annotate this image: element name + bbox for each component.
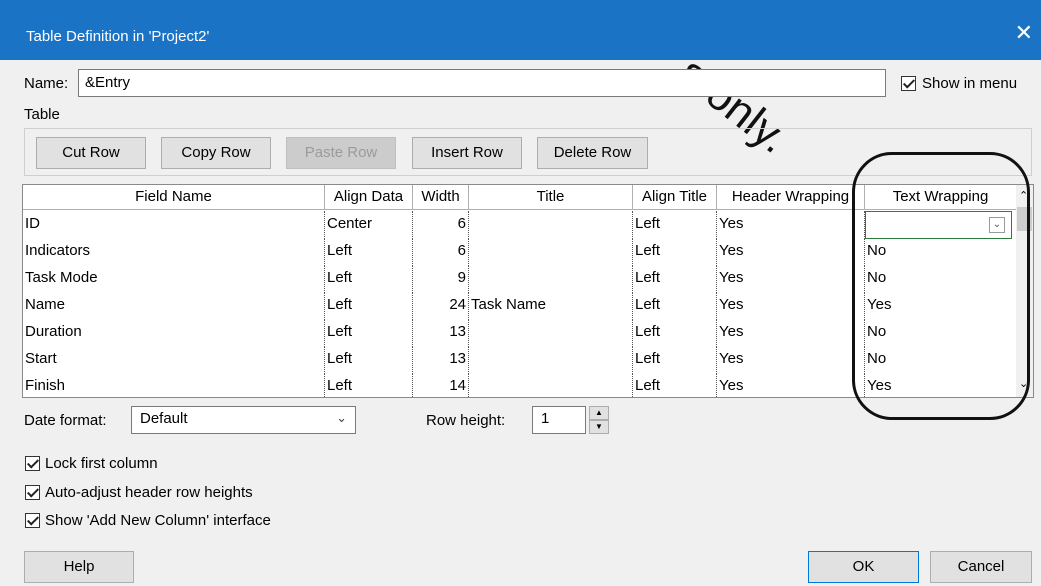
cell-field-name[interactable]: Finish: [23, 373, 325, 397]
cell-field-name[interactable]: Name: [23, 292, 325, 318]
row-height-value: 1: [541, 410, 550, 427]
cell-align-title[interactable]: Left: [633, 211, 717, 237]
annotation-circle: [852, 152, 1030, 420]
cell-header-wrapping[interactable]: Yes: [717, 346, 865, 372]
lock-first-column-label: Lock first column: [45, 455, 158, 472]
row-height-label: Row height:: [426, 412, 506, 429]
window-title: Table Definition in 'Project2': [26, 28, 210, 45]
header-align-data[interactable]: Align Data: [325, 185, 413, 210]
cut-row-button[interactable]: Cut Row: [36, 137, 146, 169]
cell-width[interactable]: 6: [413, 211, 469, 237]
auto-adjust-header-checkbox[interactable]: [25, 485, 40, 500]
help-button[interactable]: Help: [24, 551, 134, 583]
table-group-label: Table: [24, 106, 60, 123]
date-format-label: Date format:: [24, 412, 107, 429]
name-value: &Entry: [85, 74, 131, 91]
cell-title[interactable]: [469, 211, 633, 237]
cell-header-wrapping[interactable]: Yes: [717, 265, 865, 291]
cell-align-title[interactable]: Left: [633, 346, 717, 372]
name-field[interactable]: &Entry: [78, 69, 886, 97]
cell-align-data[interactable]: Left: [325, 292, 413, 318]
row-height-input[interactable]: 1: [532, 406, 586, 434]
chevron-down-icon: ⌄: [336, 410, 347, 425]
show-add-new-column-checkbox[interactable]: [25, 513, 40, 528]
cell-align-data[interactable]: Left: [325, 319, 413, 345]
cell-width[interactable]: 24: [413, 292, 469, 318]
cell-field-name[interactable]: Indicators: [23, 238, 325, 264]
header-align-title[interactable]: Align Title: [633, 185, 717, 210]
cell-width[interactable]: 9: [413, 265, 469, 291]
spin-down-icon[interactable]: ▼: [589, 420, 609, 434]
auto-adjust-header-label: Auto-adjust header row heights: [45, 484, 253, 501]
cell-header-wrapping[interactable]: Yes: [717, 238, 865, 264]
cell-align-data[interactable]: Left: [325, 346, 413, 372]
cell-align-title[interactable]: Left: [633, 373, 717, 397]
cell-align-data[interactable]: Center: [325, 211, 413, 237]
date-format-value: Default: [140, 410, 188, 427]
header-field-name[interactable]: Field Name: [23, 185, 325, 210]
close-icon[interactable]: ✕: [1015, 22, 1033, 44]
cell-title[interactable]: [469, 238, 633, 264]
date-format-select[interactable]: Default ⌄: [131, 406, 356, 434]
cell-header-wrapping[interactable]: Yes: [717, 211, 865, 237]
cell-align-data[interactable]: Left: [325, 265, 413, 291]
name-label: Name:: [24, 75, 69, 92]
title-bar: Table Definition in 'Project2' ✕: [0, 0, 1041, 60]
cell-align-title[interactable]: Left: [633, 238, 717, 264]
cell-title[interactable]: [469, 265, 633, 291]
cell-align-data[interactable]: Left: [325, 373, 413, 397]
lock-first-column-checkbox[interactable]: [25, 456, 40, 471]
show-add-new-column-label: Show 'Add New Column' interface: [45, 512, 271, 529]
show-in-menu-checkbox[interactable]: [901, 76, 916, 91]
copy-row-button[interactable]: Copy Row: [161, 137, 271, 169]
cell-title[interactable]: [469, 346, 633, 372]
cell-header-wrapping[interactable]: Yes: [717, 319, 865, 345]
cell-field-name[interactable]: Start: [23, 346, 325, 372]
cell-field-name[interactable]: ID: [23, 211, 325, 237]
paste-row-button[interactable]: Paste Row: [286, 137, 396, 169]
header-width[interactable]: Width: [413, 185, 469, 210]
cell-width[interactable]: 13: [413, 319, 469, 345]
spin-up-icon[interactable]: ▲: [589, 406, 609, 420]
cell-field-name[interactable]: Task Mode: [23, 265, 325, 291]
cell-align-title[interactable]: Left: [633, 292, 717, 318]
cell-width[interactable]: 14: [413, 373, 469, 397]
cell-header-wrapping[interactable]: Yes: [717, 292, 865, 318]
cell-align-title[interactable]: Left: [633, 319, 717, 345]
cell-align-title[interactable]: Left: [633, 265, 717, 291]
cell-header-wrapping[interactable]: Yes: [717, 373, 865, 397]
cell-title[interactable]: Task Name: [469, 292, 633, 318]
cell-field-name[interactable]: Duration: [23, 319, 325, 345]
cell-width[interactable]: 13: [413, 346, 469, 372]
cell-width[interactable]: 6: [413, 238, 469, 264]
insert-row-button[interactable]: Insert Row: [412, 137, 522, 169]
header-title[interactable]: Title: [469, 185, 633, 210]
cell-align-data[interactable]: Left: [325, 238, 413, 264]
show-in-menu-label: Show in menu: [922, 75, 1018, 92]
delete-row-button[interactable]: Delete Row: [537, 137, 648, 169]
cell-title[interactable]: [469, 319, 633, 345]
cancel-button[interactable]: Cancel: [930, 551, 1032, 583]
header-header-wrapping[interactable]: Header Wrapping: [717, 185, 865, 210]
ok-button[interactable]: OK: [808, 551, 919, 583]
cell-title[interactable]: [469, 373, 633, 397]
